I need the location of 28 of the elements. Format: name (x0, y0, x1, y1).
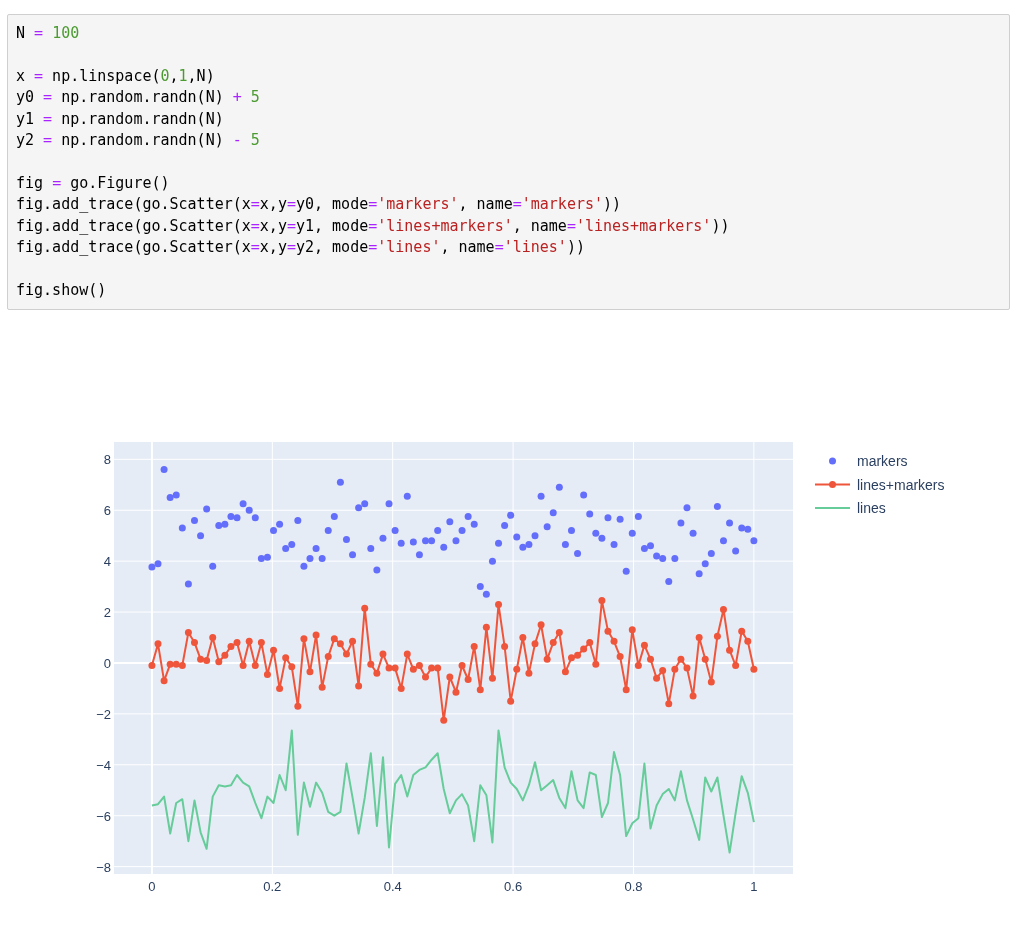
code-line: y2 = np.random.randn(N) - 5 (16, 130, 260, 151)
y-tick-label: −6 (96, 808, 111, 824)
y-tick-label: −4 (96, 757, 111, 773)
code-line: fig.add_trace(go.Scatter(x=x,y=y1, mode='lines+markers', name='lines+markers')) (16, 215, 730, 237)
legend-label[interactable]: markers (857, 453, 908, 469)
legend-label[interactable]: lines (857, 500, 886, 516)
y-tick-label: 4 (103, 554, 111, 570)
code-line: N = 100 (16, 23, 80, 44)
x-tick-label: 0.8 (624, 879, 643, 894)
x-tick-label: 1 (750, 879, 758, 894)
code-line: fig.add_trace(go.Scatter(x=x,y=y0, mode='markers', name='markers')) (16, 194, 622, 215)
x-tick-label: 0 (148, 879, 156, 894)
code-line: fig.show() (16, 279, 107, 301)
code-line: fig.add_trace(go.Scatter(x=x,y=y2, mode='lines', name='lines')) (16, 237, 585, 258)
y-tick-label: 6 (103, 503, 111, 519)
code-line: fig = go.Figure() (16, 172, 170, 194)
legend-label[interactable]: lines+markers (857, 476, 945, 493)
y-tick-label: 0 (103, 655, 111, 671)
x-tick-label: 0.2 (263, 879, 282, 894)
code-line: x = np.linspace(0,1,N) (16, 65, 215, 87)
code-line: y1 = np.random.randn(N) (16, 108, 224, 130)
y-tick-label: −8 (96, 859, 111, 875)
code-line: y0 = np.random.randn(N) + 5 (16, 87, 260, 108)
y-tick-label: 8 (103, 452, 111, 468)
y-tick-label: −2 (96, 706, 111, 722)
x-tick-label: 0.6 (504, 879, 523, 894)
y-tick-label: 2 (103, 605, 111, 621)
x-tick-label: 0.4 (383, 879, 402, 894)
